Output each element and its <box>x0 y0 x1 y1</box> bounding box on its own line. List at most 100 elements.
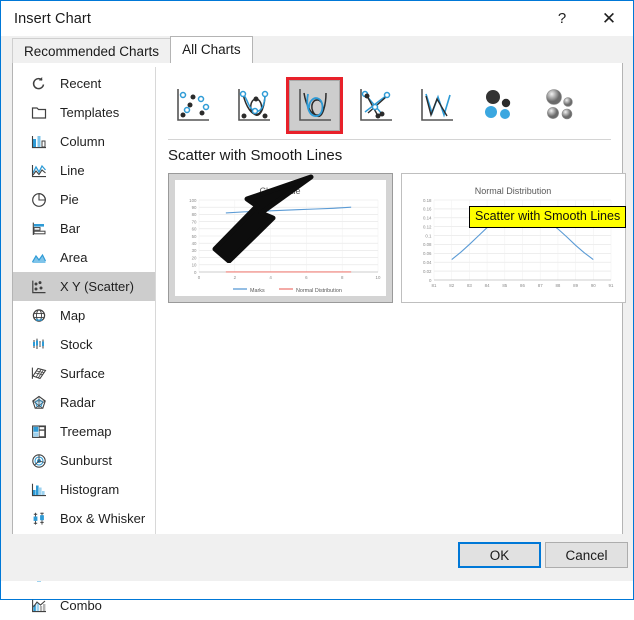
preview-chart-2-svg: Normal Distribution 00.020.040.060.080.1… <box>423 186 614 288</box>
sidebar-item-label: Histogram <box>60 482 120 497</box>
title-bar: Insert Chart ? ✕ <box>1 1 633 36</box>
scatter-with-smooth-lines-icon[interactable] <box>286 76 343 134</box>
insert-chart-dialog: Insert Chart ? ✕ Recommended Charts All … <box>0 0 634 613</box>
sidebar-item-label: Templates <box>60 105 120 120</box>
all-charts-panel: Recent Templates Column Line Pie Bar Area X Y (… <box>12 63 627 613</box>
chart-title-1: Chart Title <box>259 186 300 196</box>
sidebar-item-label: Line <box>60 163 85 178</box>
templates-icon <box>29 103 49 123</box>
scatter-with-smooth-lines-and-markers-icon[interactable] <box>228 79 279 131</box>
svg-text:91: 91 <box>609 283 614 288</box>
map-chart-icon <box>29 306 49 326</box>
sidebar-item-label: Combo <box>60 598 102 613</box>
tab-recommended-charts[interactable]: Recommended Charts <box>12 38 172 63</box>
svg-text:10: 10 <box>192 263 197 268</box>
sidebar-item-label: Radar <box>60 395 96 410</box>
svg-text:40: 40 <box>192 241 197 246</box>
chart-type-tooltip: Scatter with Smooth Lines <box>469 206 627 228</box>
bubble-icon[interactable] <box>472 79 523 131</box>
sidebar-item-area[interactable]: Area <box>13 243 156 272</box>
svg-text:90: 90 <box>591 283 596 288</box>
sidebar-item-column[interactable]: Column <box>13 127 156 156</box>
sidebar-item-label: Treemap <box>60 424 112 439</box>
chart-preview-1-canvas: Chart Title 0 10 20 30 40 50 60 70 80 90 100 0 2 4 6 8… <box>175 180 386 296</box>
bar-chart-icon <box>29 219 49 239</box>
sidebar-item-treemap[interactable]: Treemap <box>13 417 156 446</box>
scatter-with-straight-lines-and-markers-icon[interactable] <box>350 79 401 131</box>
svg-text:82: 82 <box>449 283 454 288</box>
chart-preview-2[interactable]: Normal Distribution 0 0.02 0.04 0.06 0.08 0.1… <box>401 173 626 303</box>
tab-all-charts[interactable]: All Charts <box>170 36 253 63</box>
sidebar-item-line[interactable]: Line <box>13 156 156 185</box>
svg-text:0.02: 0.02 <box>423 269 432 274</box>
3d-bubble-icon[interactable] <box>533 79 584 131</box>
sidebar-item-map[interactable]: Map <box>13 301 156 330</box>
sidebar-item-pie[interactable]: Pie <box>13 185 156 214</box>
sidebar-item-label: Map <box>60 308 86 323</box>
svg-text:20: 20 <box>192 255 197 260</box>
sidebar-item-label: Sunburst <box>60 453 113 468</box>
scatter-chart-icon <box>29 277 49 297</box>
chart-legend-1: Marks Normal Distribution <box>233 288 342 294</box>
svg-text:0.18: 0.18 <box>423 198 432 203</box>
help-icon[interactable]: ? <box>539 1 585 36</box>
gallery-divider <box>168 139 611 140</box>
svg-text:88: 88 <box>555 283 560 288</box>
scatter-with-straight-lines-icon[interactable] <box>411 79 462 131</box>
box-whisker-chart-icon <box>29 509 49 529</box>
svg-text:Normal Distribution: Normal Distribution <box>296 288 342 294</box>
sidebar-item-x-y-scatter[interactable]: X Y (Scatter) <box>13 272 156 301</box>
chart-category-sidebar: Recent Templates Column Line Pie Bar Area X Y (… <box>13 63 156 613</box>
dialog-body: Recent Templates Column Line Pie Bar Area X Y (… <box>1 63 633 613</box>
svg-text:60: 60 <box>192 227 197 232</box>
sidebar-item-label: X Y (Scatter) <box>60 279 134 294</box>
svg-text:0: 0 <box>194 270 197 275</box>
svg-text:80: 80 <box>192 212 197 217</box>
pie-chart-icon <box>29 190 49 210</box>
svg-text:86: 86 <box>520 283 525 288</box>
sidebar-item-radar[interactable]: Radar <box>13 388 156 417</box>
chart-type-gallery <box>167 71 612 139</box>
radar-chart-icon <box>29 393 49 413</box>
svg-text:0.16: 0.16 <box>423 207 432 212</box>
sidebar-item-sunburst[interactable]: Sunburst <box>13 446 156 475</box>
svg-text:70: 70 <box>192 219 197 224</box>
sidebar-item-label: Pie <box>60 192 79 207</box>
treemap-chart-icon <box>29 422 49 442</box>
sidebar-item-bar[interactable]: Bar <box>13 214 156 243</box>
chart-preview-1[interactable]: Chart Title 0 10 20 30 40 50 60 70 80 90 100 0 2 4 6 8… <box>168 173 393 303</box>
sidebar-item-combo[interactable]: Combo <box>13 591 156 620</box>
sidebar-item-histogram[interactable]: Histogram <box>13 475 156 504</box>
sidebar-item-templates[interactable]: Templates <box>13 98 156 127</box>
chart-preview-2-canvas: Normal Distribution 0 0.02 0.04 0.06 0.08 0.1… <box>408 180 619 296</box>
sidebar-item-box-whisker[interactable]: Box & Whisker <box>13 504 156 533</box>
svg-text:81: 81 <box>432 283 437 288</box>
sidebar-item-label: Recent <box>60 76 102 91</box>
svg-text:10: 10 <box>376 275 381 280</box>
stock-chart-icon <box>29 335 49 355</box>
close-icon[interactable]: ✕ <box>585 1 633 36</box>
svg-text:0.04: 0.04 <box>423 260 432 265</box>
dialog-title: Insert Chart <box>14 10 91 27</box>
recent-icon <box>29 74 49 94</box>
preview-chart-1-svg: Chart Title 0 10 20 30 40 50 60 70 80 90 100 0 2 4 6 8… <box>189 186 381 294</box>
svg-text:85: 85 <box>502 283 507 288</box>
area-chart-icon <box>29 248 49 268</box>
svg-text:83: 83 <box>467 283 472 288</box>
svg-text:84: 84 <box>485 283 490 288</box>
cancel-button[interactable]: Cancel <box>545 542 628 568</box>
svg-text:0.08: 0.08 <box>423 242 432 247</box>
svg-text:4: 4 <box>269 275 272 280</box>
ok-button[interactable]: OK <box>458 542 541 568</box>
scatter-icon[interactable] <box>167 79 218 131</box>
chart-title-2: Normal Distribution <box>475 186 552 196</box>
chart-content-area: Scatter with Smooth Lines Chart Title 0 1… <box>157 63 627 570</box>
svg-text:90: 90 <box>192 205 197 210</box>
svg-text:Marks: Marks <box>250 288 265 294</box>
svg-text:0.1: 0.1 <box>425 233 432 238</box>
chart-previews: Chart Title 0 10 20 30 40 50 60 70 80 90 100 0 2 4 6 8… <box>168 173 626 303</box>
surface-chart-icon <box>29 364 49 384</box>
sidebar-item-recent[interactable]: Recent <box>13 69 156 98</box>
sidebar-item-stock[interactable]: Stock <box>13 330 156 359</box>
sidebar-item-surface[interactable]: Surface <box>13 359 156 388</box>
